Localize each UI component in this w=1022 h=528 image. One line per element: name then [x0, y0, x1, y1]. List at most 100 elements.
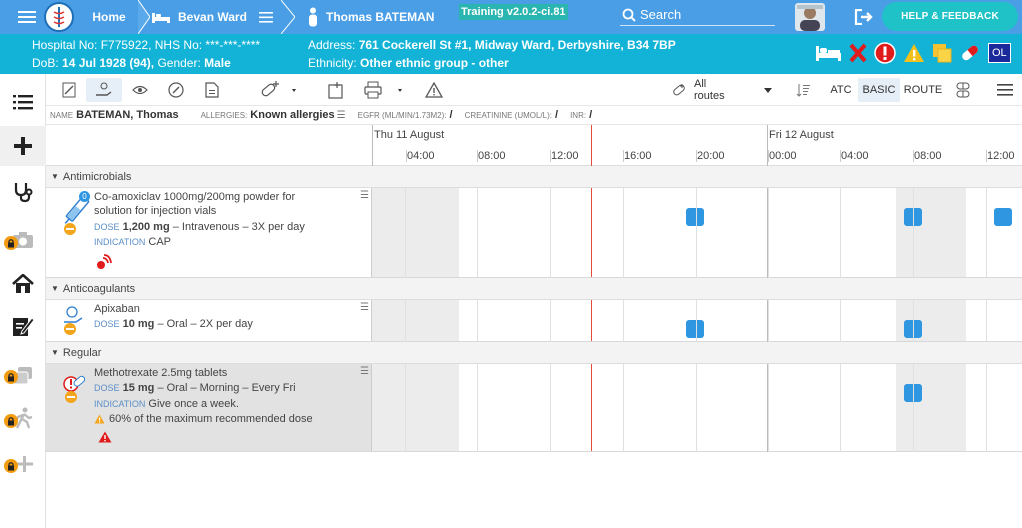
indication-key: INDICATION: [94, 237, 146, 247]
drug-name: Methotrexate 2.5mg tablets: [94, 367, 228, 379]
notes-icon[interactable]: [932, 43, 952, 63]
ethnicity: Ethnicity: Other ethnic group - other: [308, 56, 509, 70]
routes-label: All routes: [694, 78, 725, 102]
patient-breadcrumb[interactable]: Thomas BATEMAN: [308, 0, 458, 34]
hour-gridlines: [405, 188, 987, 452]
pill-icon[interactable]: [959, 43, 981, 63]
route-view-button[interactable]: ROUTE: [902, 78, 944, 102]
logout-icon[interactable]: [854, 0, 876, 34]
search-input[interactable]: Search: [620, 4, 775, 26]
collapse-icon[interactable]: ▼: [51, 348, 59, 357]
drug-name: Co-amoxiclav 1000mg/200mg powder for: [94, 191, 296, 203]
inr-key: INR:: [570, 110, 587, 120]
dose-route: – Oral – Morning – Every Fri: [157, 382, 296, 394]
inr-value: /: [589, 109, 593, 121]
add-medication-dropdown[interactable]: [258, 78, 302, 102]
breadcrumb-separator: [138, 0, 150, 34]
cross-alert-icon[interactable]: [849, 43, 867, 63]
drug-name: Apixaban: [94, 303, 140, 315]
lock-icon: [4, 370, 18, 384]
list-icon[interactable]: [0, 82, 46, 122]
allergies-key: ALLERGIES:: [200, 110, 248, 120]
hour-label: 04:00: [406, 150, 435, 162]
section-antimicrobials[interactable]: ▼ Antimicrobials: [46, 166, 1022, 188]
menu-icon[interactable]: [994, 78, 1016, 102]
print-dropdown[interactable]: [362, 78, 408, 102]
day-label-fri: Fri 12 August: [769, 129, 834, 141]
dose-route: – Oral – 2X per day: [157, 318, 253, 330]
dose-value: 1,200 mg: [122, 221, 170, 233]
address-value: 761 Cockerell St #1, Midway Ward, Derbys…: [358, 38, 676, 52]
basic-view-button[interactable]: BASIC: [858, 78, 900, 102]
syringe-view-icon[interactable]: [58, 78, 80, 102]
hand-pill-icon[interactable]: [86, 78, 122, 102]
interaction-icon[interactable]: [96, 254, 112, 270]
document-icon[interactable]: [200, 78, 224, 102]
add-schedule-icon[interactable]: [324, 78, 348, 102]
dose-route: – Intravenous – 3X per day: [172, 221, 305, 233]
ward-label: Bevan Ward: [178, 10, 247, 24]
warning-icon: [94, 414, 105, 424]
menu-icon[interactable]: [18, 0, 42, 34]
warning-icon[interactable]: [422, 78, 446, 102]
egfr-key: EGFR (ML/MIN/1.73M2):: [357, 110, 447, 120]
creatinine-key: CREATININE (UMOL/L):: [464, 110, 552, 120]
medication-details[interactable]: 0 Co-amoxiclav 1000mg/200mg powder for s…: [46, 188, 372, 277]
pills-group-icon[interactable]: [952, 78, 974, 102]
dose-line: DOSE 10 mg – Oral – 2X per day: [94, 318, 253, 330]
hour-label: 12:00: [550, 150, 579, 162]
hour-label: 00:00: [768, 150, 797, 162]
row-menu-icon[interactable]: ☰: [360, 302, 369, 313]
eye-icon[interactable]: [128, 78, 152, 102]
stethoscope-icon[interactable]: [0, 172, 46, 212]
lock-icon: [4, 236, 18, 250]
bed-status-icon[interactable]: [816, 44, 842, 62]
medication-details[interactable]: Apixaban DOSE 10 mg – Oral – 2X per day …: [46, 300, 372, 341]
collapse-icon[interactable]: ▼: [51, 284, 59, 293]
hospital-number: Hospital No: F775922, NHS No: ***-***-**…: [32, 38, 261, 52]
help-feedback-button[interactable]: HELP & FEEDBACK: [882, 2, 1018, 31]
patient-alert-icons: OL: [816, 42, 1011, 64]
name-value: BATEMAN, Thomas: [76, 109, 179, 121]
gender-label: Gender:: [157, 56, 201, 70]
link-icon[interactable]: [164, 78, 188, 102]
day-label-thu: Thu 11 August: [374, 129, 445, 141]
hour-label: 08:00: [477, 150, 506, 162]
sort-icon[interactable]: [792, 78, 814, 102]
dob-value: 14 Jul 1928 (94),: [62, 56, 155, 70]
oral-hand-icon: [62, 306, 86, 336]
ward-menu-icon[interactable]: [258, 11, 273, 23]
row-menu-icon[interactable]: ☰: [360, 190, 369, 201]
patient-info-strip: NAME BATEMAN, Thomas ALLERGIES: Known al…: [46, 106, 1022, 124]
dose-key: DOSE: [94, 319, 120, 329]
egfr-value: /: [449, 109, 453, 121]
address: Address: 761 Cockerell St #1, Midway War…: [308, 38, 676, 52]
indication-key: INDICATION: [94, 399, 146, 409]
bed-icon: [152, 11, 170, 23]
timeline-header: Thu 11 August Fri 12 August 04:00 08:00 …: [46, 124, 1022, 167]
home-icon[interactable]: [0, 264, 46, 304]
allergies-value[interactable]: Known allergies: [250, 109, 334, 121]
count-badge: 0: [79, 191, 90, 202]
hour-label: 12:00: [986, 150, 1015, 162]
row-menu-icon[interactable]: ☰: [360, 366, 369, 377]
add-icon[interactable]: [0, 126, 46, 166]
home-breadcrumb[interactable]: Home: [78, 0, 140, 34]
collapse-icon[interactable]: ▼: [51, 172, 59, 181]
routes-dropdown[interactable]: All routes: [672, 78, 772, 102]
avatar[interactable]: [794, 0, 830, 34]
alert-triangle-icon[interactable]: [98, 431, 112, 443]
section-label: Antimicrobials: [62, 170, 132, 183]
ward-breadcrumb[interactable]: Bevan Ward: [152, 0, 282, 34]
atc-view-button[interactable]: ATC: [826, 78, 856, 102]
medication-details[interactable]: Methotrexate 2.5mg tablets DOSE 15 mg – …: [46, 364, 372, 451]
person-icon: [308, 7, 318, 27]
warning-alert-icon[interactable]: [903, 43, 925, 63]
route-icon: [672, 83, 686, 97]
error-alert-icon[interactable]: [874, 42, 896, 64]
breadcrumb-separator: [281, 0, 295, 34]
current-time-line: [591, 125, 592, 167]
ol-badge[interactable]: OL: [988, 43, 1011, 63]
allergies-menu-icon[interactable]: ☰: [337, 110, 346, 121]
edit-document-icon[interactable]: [0, 306, 46, 346]
